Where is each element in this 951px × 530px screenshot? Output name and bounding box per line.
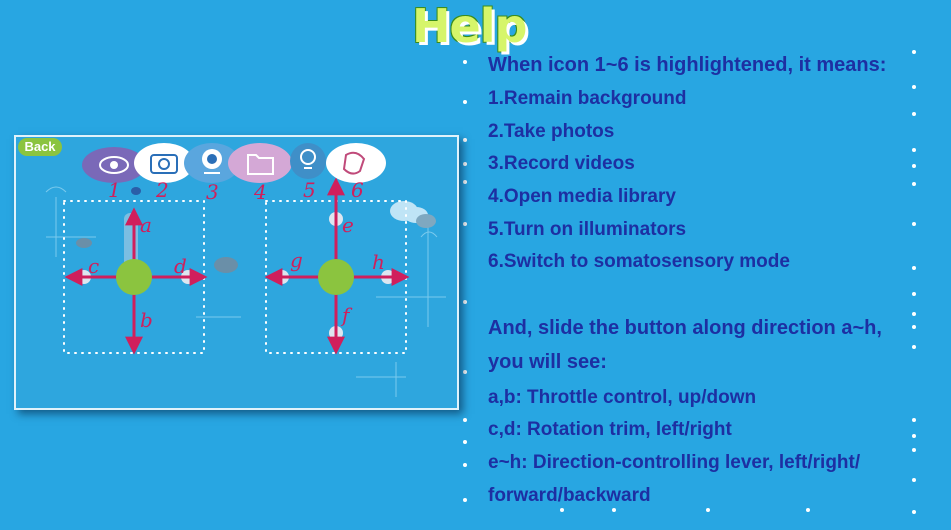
right-joystick-knob[interactable] [318, 259, 354, 295]
decorative-dots-right [912, 0, 916, 530]
help-item-4: 4.Open media library [488, 186, 676, 207]
label-d: d [174, 254, 187, 278]
icon-number-4: 4 [253, 180, 267, 204]
icon-bar [82, 143, 386, 183]
label-f: f [340, 303, 353, 327]
left-joystick-knob[interactable] [116, 259, 152, 295]
label-a: a [140, 213, 152, 237]
decorative-dots-left [463, 0, 467, 530]
icon-number-1: 1 [108, 178, 121, 202]
label-g: g [290, 248, 303, 272]
page-title: Help [412, 0, 527, 53]
back-button[interactable]: Back [18, 138, 62, 156]
controller-diagram: a b c d e f g h 1 2 3 4 5 6 [45, 143, 446, 397]
icon-number-2: 2 [155, 178, 169, 202]
label-c: c [88, 254, 99, 278]
help-control-ab: a,b: Throttle control, up/down [488, 387, 757, 408]
decorative-dots-bottom [0, 508, 951, 512]
label-e: e [342, 213, 354, 237]
controller-screenshot: a b c d e f g h 1 2 3 4 5 6 Back [14, 135, 459, 410]
icon-number-3: 3 [206, 180, 219, 204]
background-decoration [45, 186, 446, 397]
help-item-2: 2.Take photos [488, 121, 615, 142]
help-item-3: 3.Record videos [488, 153, 635, 174]
help-item-1: 1.Remain background [488, 88, 687, 109]
lightbulb-icon[interactable] [290, 143, 326, 179]
gamepad-icon[interactable] [326, 143, 386, 183]
label-h: h [372, 250, 385, 274]
help-slide-line-1: And, slide the button along direction a~… [488, 317, 882, 339]
help-slide-line-2: you will see: [488, 351, 607, 373]
icon-number-5: 5 [303, 178, 316, 202]
help-control-eh: e~h: Direction-controlling lever, left/r… [488, 452, 861, 473]
folder-icon[interactable] [228, 143, 292, 183]
label-b: b [140, 308, 153, 332]
help-control-eh-cont: forward/backward [488, 485, 651, 506]
help-intro: When icon 1~6 is highlightened, it means… [488, 54, 887, 76]
help-item-5: 5.Turn on illuminators [488, 219, 687, 240]
help-item-6: 6.Switch to somatosensory mode [488, 251, 790, 272]
help-control-cd: c,d: Rotation trim, left/right [488, 419, 732, 440]
icon-number-6: 6 [351, 178, 364, 202]
